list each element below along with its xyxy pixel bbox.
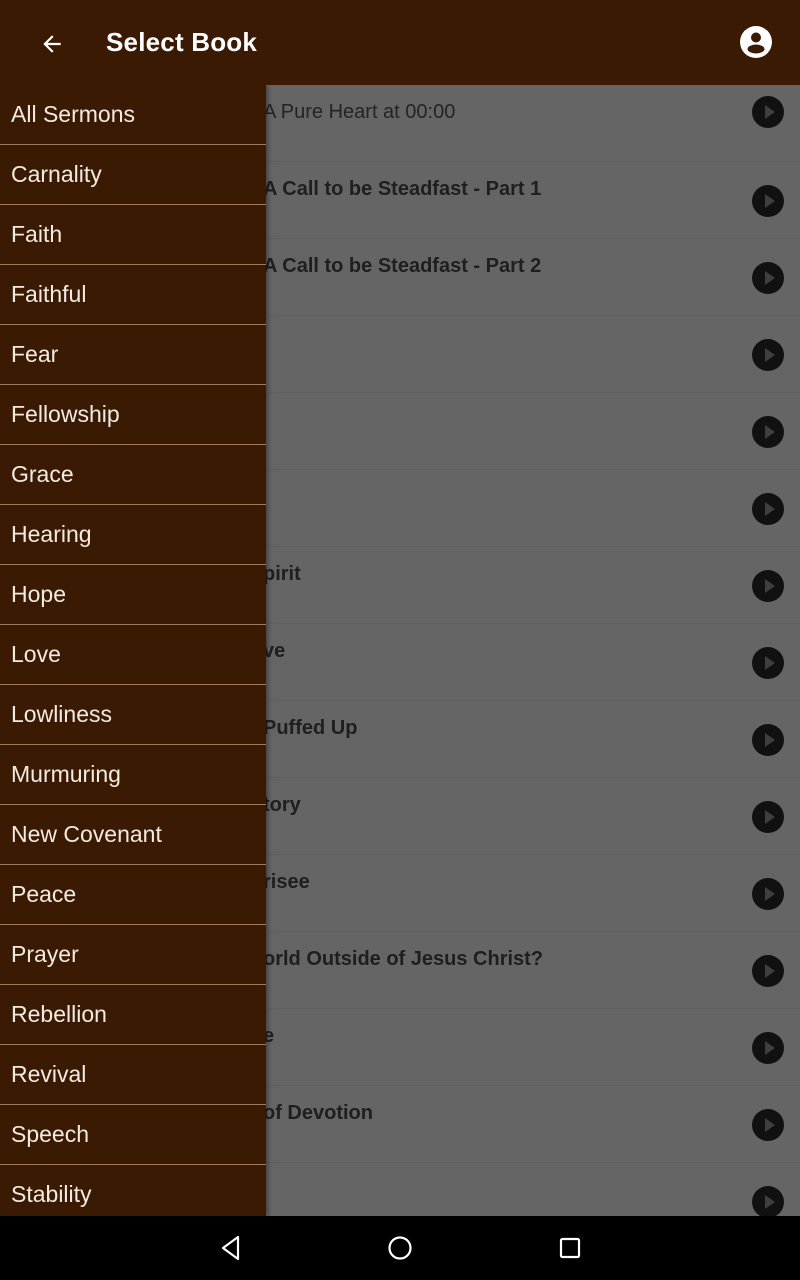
- drawer-item-label: Grace: [11, 461, 74, 487]
- sermon-title: pirit: [263, 563, 301, 585]
- drawer-item-label: Rebellion: [11, 1001, 107, 1027]
- play-circle-icon[interactable]: [752, 262, 784, 294]
- drawer-item-label: Faithful: [11, 281, 87, 307]
- drawer-item-rebellion[interactable]: Rebellion: [0, 985, 266, 1045]
- drawer-item-label: Fear: [11, 341, 59, 367]
- drawer-item-fear[interactable]: Fear: [0, 325, 266, 385]
- drawer-item-label: Prayer: [11, 941, 79, 967]
- account-button[interactable]: [734, 20, 778, 64]
- sermon-title: A Pure Heart at 00:00: [263, 101, 456, 123]
- play-circle-icon[interactable]: [752, 493, 784, 525]
- nav-back-icon: [221, 1235, 240, 1261]
- drawer-item-label: Faith: [11, 221, 63, 247]
- play-circle-icon[interactable]: [752, 1109, 784, 1141]
- nav-back-button[interactable]: [211, 1228, 251, 1268]
- drawer-item-new-covenant[interactable]: New Covenant: [0, 805, 266, 865]
- play-circle-icon[interactable]: [752, 955, 784, 987]
- drawer-item-label: Love: [11, 641, 61, 667]
- page-title: Select Book: [106, 27, 258, 57]
- drawer-item-carnality[interactable]: Carnality: [0, 145, 266, 205]
- play-circle-icon[interactable]: [752, 724, 784, 756]
- system-nav-bar: [0, 1216, 800, 1280]
- play-circle-icon[interactable]: [752, 1032, 784, 1064]
- play-circle-icon[interactable]: [752, 96, 784, 128]
- drawer-item-faith[interactable]: Faith: [0, 205, 266, 265]
- drawer-item-label: Lowliness: [11, 701, 112, 727]
- sermon-title: orld Outside of Jesus Christ?: [263, 948, 544, 970]
- drawer-item-fellowship[interactable]: Fellowship: [0, 385, 266, 445]
- drawer-item-revival[interactable]: Revival: [0, 1045, 266, 1105]
- sermon-title: Puffed Up: [263, 717, 358, 739]
- play-circle-icon[interactable]: [752, 339, 784, 371]
- play-circle-icon[interactable]: [752, 416, 784, 448]
- play-circle-icon[interactable]: [752, 647, 784, 679]
- drawer-item-faithful[interactable]: Faithful: [0, 265, 266, 325]
- nav-home-button[interactable]: [380, 1228, 420, 1268]
- play-circle-icon[interactable]: [752, 185, 784, 217]
- drawer-item-love[interactable]: Love: [0, 625, 266, 685]
- back-button[interactable]: [30, 22, 74, 66]
- nav-recents-icon: [559, 1237, 581, 1259]
- drawer-item-speech[interactable]: Speech: [0, 1105, 266, 1165]
- drawer-item-label: Fellowship: [11, 401, 120, 427]
- sermon-title: risee: [263, 871, 310, 893]
- drawer-item-label: Revival: [11, 1061, 87, 1087]
- drawer-item-stability[interactable]: Stability: [0, 1165, 266, 1216]
- sermon-title: ve: [263, 640, 286, 662]
- book-drawer: All Sermons Carnality Faith Faithful Fear Fel…: [0, 85, 266, 1216]
- drawer-item-murmuring[interactable]: Murmuring: [0, 745, 266, 805]
- arrow-back-icon: [43, 35, 61, 53]
- drawer-item-label: Stability: [11, 1181, 92, 1207]
- drawer-item-lowliness[interactable]: Lowliness: [0, 685, 266, 745]
- play-circle-icon[interactable]: [752, 878, 784, 910]
- sermon-title: of Devotion: [263, 1102, 373, 1124]
- account-circle-icon: [740, 26, 772, 58]
- nav-home-icon: [388, 1236, 412, 1260]
- play-circle-icon[interactable]: [752, 801, 784, 833]
- drawer-item-label: Peace: [11, 881, 77, 907]
- drawer-item-all-sermons[interactable]: All Sermons: [0, 85, 266, 145]
- app-bar: Select Book: [0, 0, 800, 85]
- play-circle-icon[interactable]: [752, 570, 784, 602]
- sermon-title: A Call to be Steadfast - Part 2: [263, 255, 542, 277]
- drawer-item-label: Murmuring: [11, 761, 121, 787]
- play-circle-icon[interactable]: [752, 1186, 784, 1216]
- drawer-item-label: Hope: [11, 581, 66, 607]
- drawer-item-hope[interactable]: Hope: [0, 565, 266, 625]
- drawer-item-label: Carnality: [11, 161, 102, 187]
- nav-recents-button[interactable]: [550, 1228, 590, 1268]
- drawer-item-peace[interactable]: Peace: [0, 865, 266, 925]
- drawer-item-label: All Sermons: [11, 101, 135, 127]
- drawer-item-grace[interactable]: Grace: [0, 445, 266, 505]
- drawer-item-prayer[interactable]: Prayer: [0, 925, 266, 985]
- drawer-item-label: Speech: [11, 1121, 90, 1147]
- drawer-item-label: Hearing: [11, 521, 92, 547]
- sermon-title: A Call to be Steadfast - Part 1: [263, 178, 542, 200]
- sermon-title: tory: [263, 794, 301, 816]
- drawer-item-label: New Covenant: [11, 821, 162, 847]
- drawer-item-hearing[interactable]: Hearing: [0, 505, 266, 565]
